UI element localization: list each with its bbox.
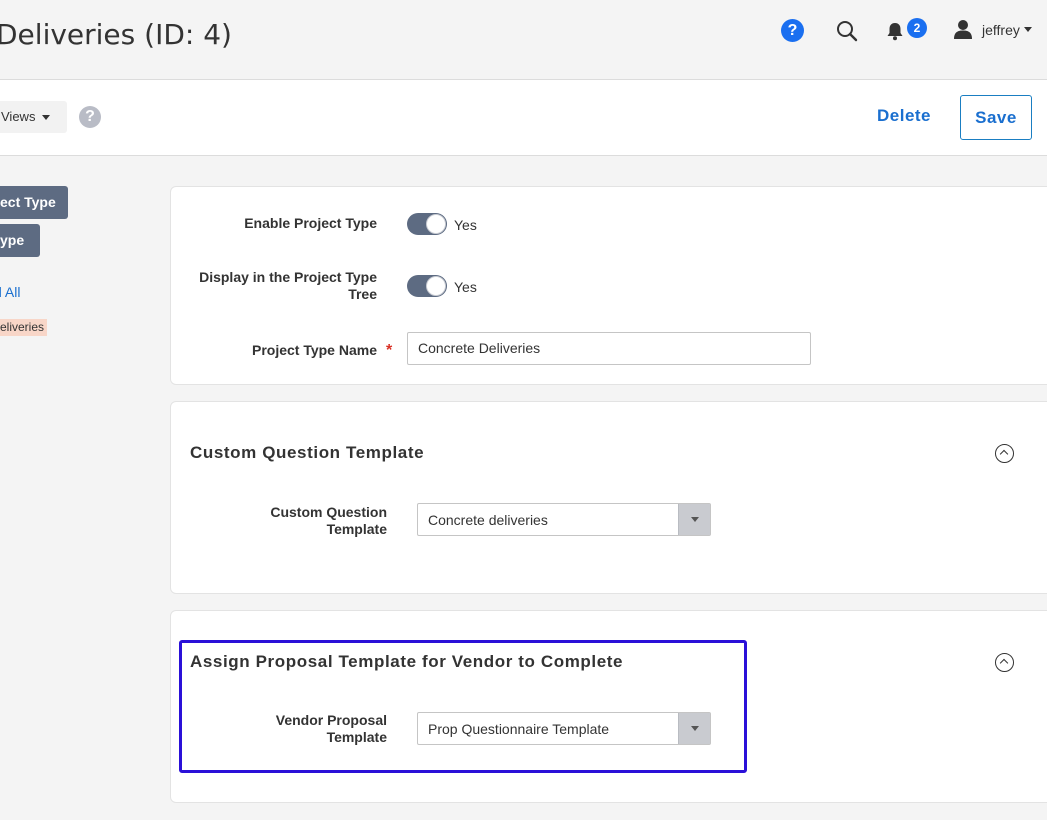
help-icon[interactable]: ? bbox=[781, 19, 804, 42]
user-icon[interactable] bbox=[953, 19, 973, 39]
dropdown-arrow-icon[interactable] bbox=[678, 713, 710, 744]
display-label-line1: Display in the Project Type bbox=[199, 269, 377, 285]
custom-question-card: Custom Question Template Custom Question… bbox=[170, 401, 1047, 594]
label-line1: Vendor Proposal bbox=[275, 712, 387, 728]
label-line1: Custom Question bbox=[270, 504, 387, 520]
top-header: Deliveries (ID: 4) ? 2 jeffrey bbox=[0, 0, 1047, 80]
label-line2: Template bbox=[326, 521, 387, 537]
chevron-down-icon bbox=[42, 115, 50, 120]
custom-question-template-select[interactable]: Concrete deliveries bbox=[417, 503, 711, 536]
question-icon[interactable]: ? bbox=[79, 106, 101, 128]
action-toolbar: Views ? Delete Save bbox=[0, 80, 1047, 156]
general-settings-card: Enable Project Type Yes Display in the P… bbox=[170, 186, 1047, 385]
display-in-tree-label: Display in the Project Type Tree bbox=[171, 269, 377, 303]
label-line2: Template bbox=[326, 729, 387, 745]
collapse-icon[interactable] bbox=[995, 444, 1014, 463]
dropdown-arrow-icon[interactable] bbox=[678, 504, 710, 535]
sidebar-tree-item-deliveries[interactable]: eliveries bbox=[0, 319, 48, 336]
vendor-proposal-template-select[interactable]: Prop Questionnaire Template bbox=[417, 712, 711, 745]
project-type-name-input[interactable]: Concrete Deliveries bbox=[407, 332, 811, 365]
display-value: Yes bbox=[454, 279, 477, 295]
display-in-tree-toggle[interactable] bbox=[407, 275, 447, 297]
vendor-proposal-template-label: Vendor Proposal Template bbox=[211, 712, 387, 746]
user-name[interactable]: jeffrey bbox=[982, 22, 1020, 38]
views-dropdown[interactable]: Views bbox=[0, 101, 67, 133]
toggle-knob bbox=[426, 214, 446, 234]
required-mark: * bbox=[386, 342, 393, 359]
chevron-down-icon[interactable] bbox=[1024, 27, 1032, 32]
sidebar-expand-all-link[interactable]: d All bbox=[0, 284, 20, 300]
notification-badge[interactable]: 2 bbox=[907, 18, 927, 38]
proposal-template-card: Assign Proposal Template for Vendor to C… bbox=[170, 610, 1047, 803]
enable-project-type-toggle[interactable] bbox=[407, 213, 447, 235]
search-icon[interactable] bbox=[836, 20, 858, 42]
section-title: Assign Proposal Template for Vendor to C… bbox=[190, 652, 624, 671]
select-value: Concrete deliveries bbox=[428, 512, 548, 528]
sidebar-button-label: ype bbox=[0, 232, 25, 248]
views-label: Views bbox=[1, 109, 36, 124]
sidebar-project-type-button[interactable]: ect Type bbox=[0, 186, 68, 219]
bell-icon[interactable] bbox=[885, 21, 905, 41]
collapse-icon[interactable] bbox=[995, 653, 1014, 672]
sidebar-button-label: ect Type bbox=[0, 194, 56, 210]
enable-project-type-label: Enable Project Type bbox=[244, 215, 377, 231]
toggle-knob bbox=[426, 276, 446, 296]
save-button[interactable]: Save bbox=[960, 95, 1032, 140]
display-label-line2: Tree bbox=[348, 286, 377, 302]
project-type-name-label: Project Type Name bbox=[251, 342, 377, 358]
select-value: Prop Questionnaire Template bbox=[428, 721, 610, 737]
sidebar-type-button[interactable]: ype bbox=[0, 224, 40, 257]
section-title: Custom Question Template bbox=[190, 443, 425, 462]
custom-question-template-label: Custom Question Template bbox=[211, 504, 387, 538]
page-title: Deliveries (ID: 4) bbox=[0, 18, 232, 51]
enable-value: Yes bbox=[454, 217, 477, 233]
delete-button[interactable]: Delete bbox=[868, 96, 940, 136]
